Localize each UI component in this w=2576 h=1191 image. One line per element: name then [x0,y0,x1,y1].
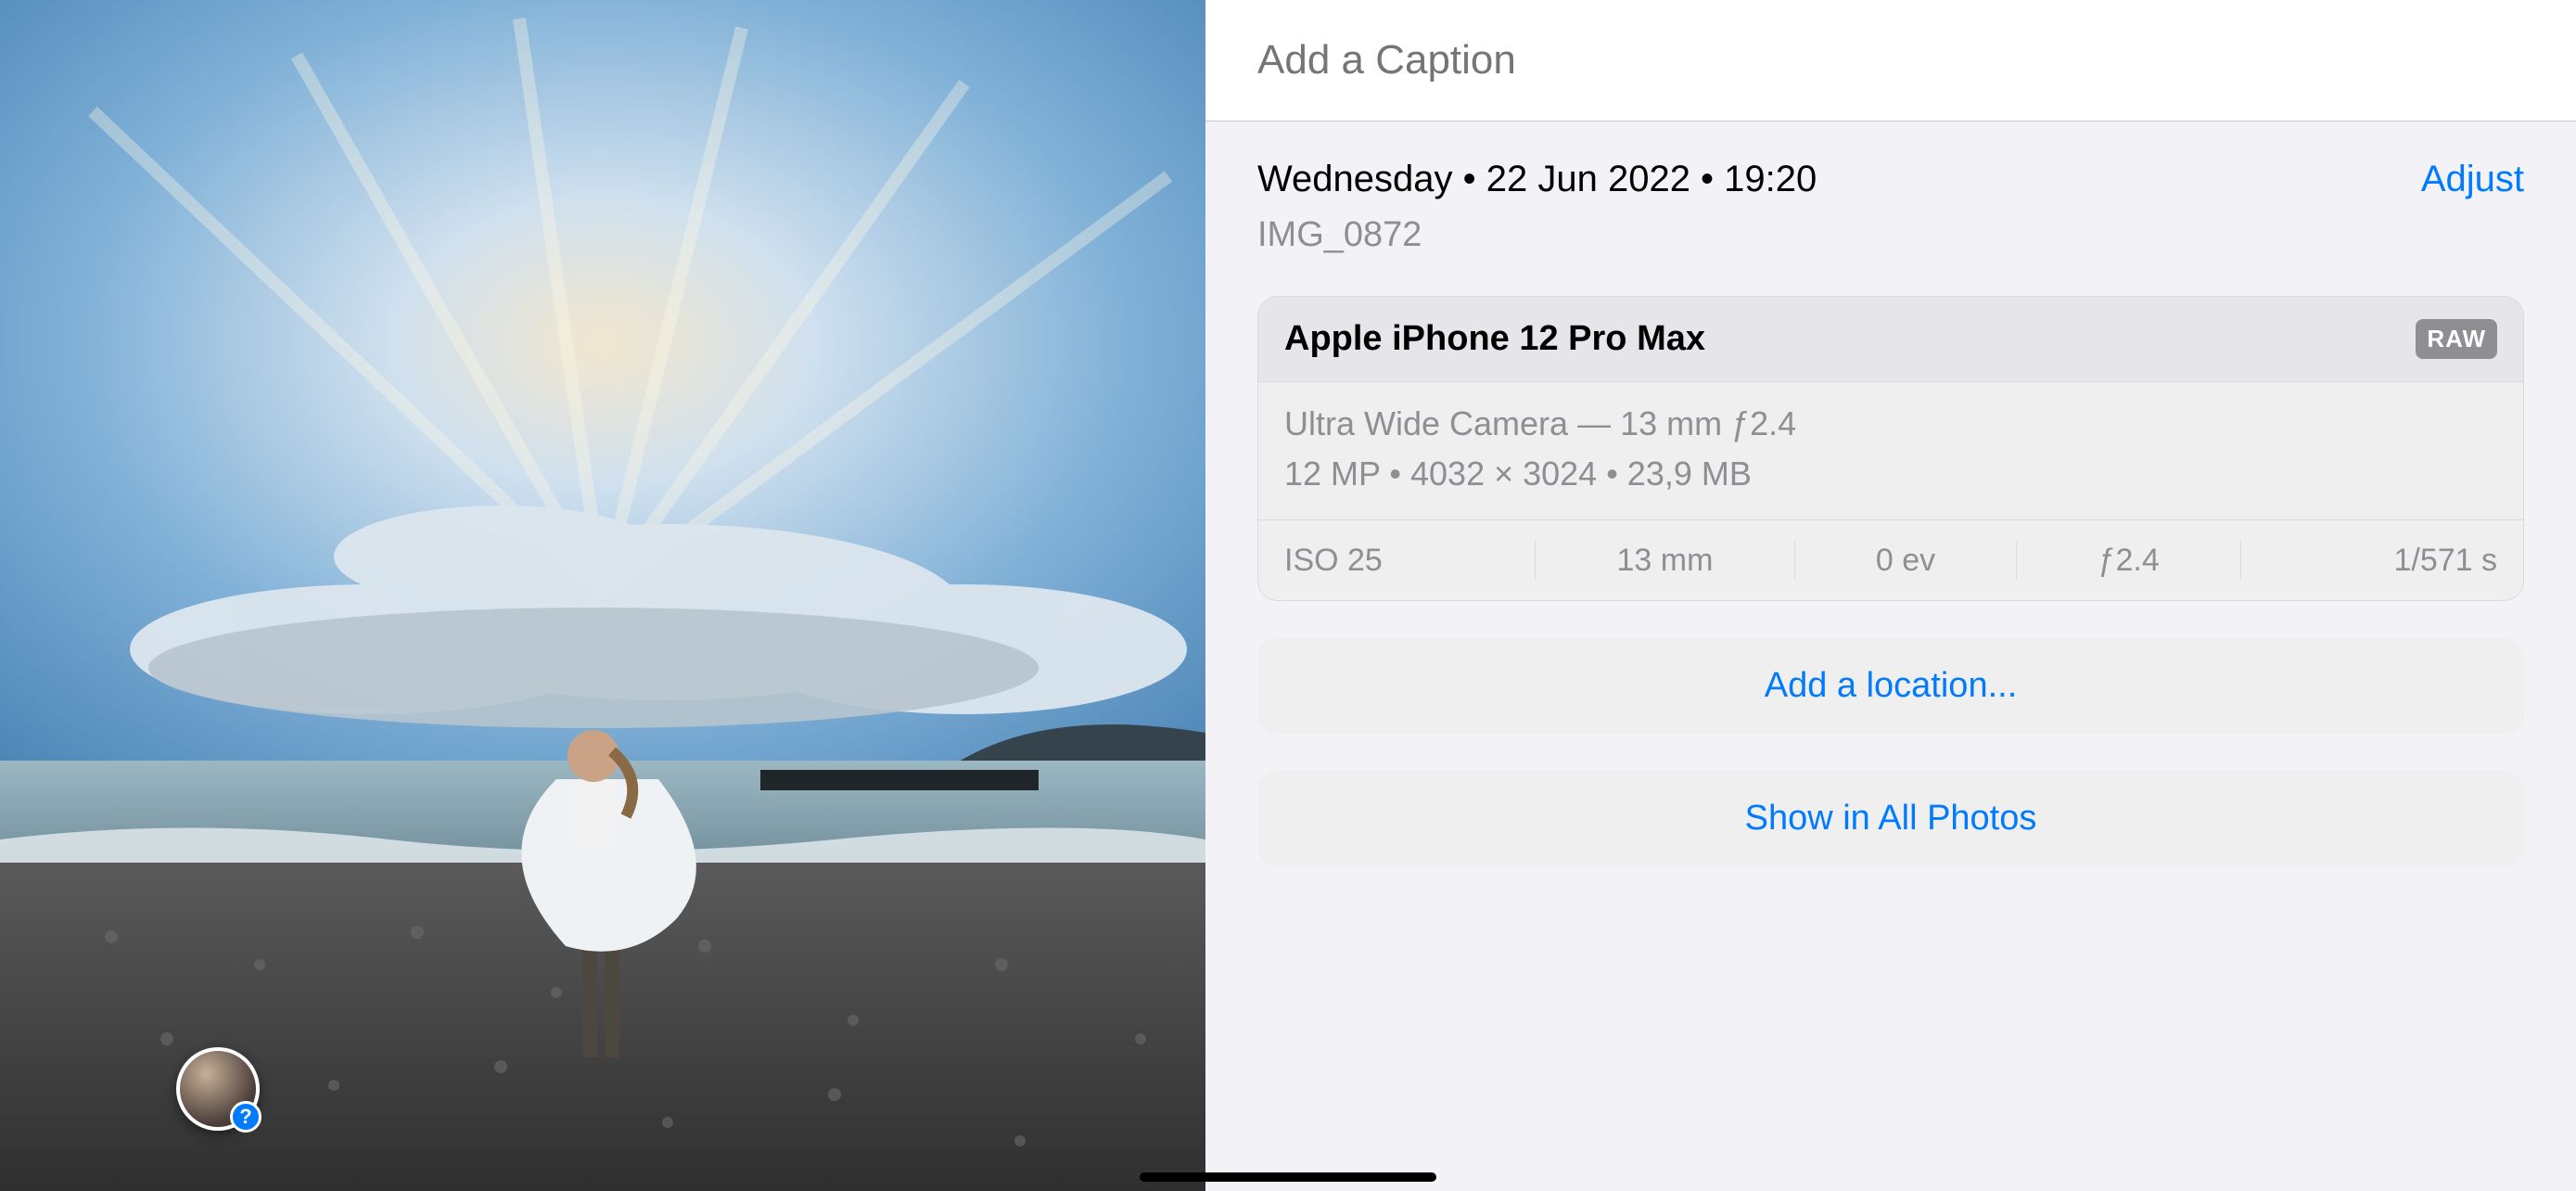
stat-iso: ISO 25 [1284,543,1525,579]
show-in-all-photos-button[interactable]: Show in All Photos [1257,771,2524,866]
photo-filename: IMG_0872 [1257,215,2524,255]
camera-info-card: Apple iPhone 12 Pro Max RAW Ultra Wide C… [1257,296,2524,601]
camera-device: Apple iPhone 12 Pro Max [1284,319,1705,359]
stat-aperture: ƒ2.4 [2026,543,2231,579]
raw-badge: RAW [2416,319,2497,359]
caption-input[interactable] [1205,0,2576,122]
info-panel: Wednesday • 22 Jun 2022 • 19:20 Adjust I… [1205,0,2576,1191]
adjust-date-button[interactable]: Adjust [2421,159,2524,200]
photo-viewer[interactable]: ? [0,0,1205,1191]
stat-ev: 0 ev [1804,543,2008,579]
image-dimensions: 12 MP • 4032 × 3024 • 23,9 MB [1284,455,2497,493]
photo-date: Wednesday • 22 Jun 2022 • 19:20 [1257,159,1817,200]
add-location-button[interactable]: Add a location... [1257,638,2524,734]
lens-info: Ultra Wide Camera — 13 mm ƒ2.4 [1284,404,2497,443]
photo-content [0,0,1205,1191]
stat-shutter: 1/571 s [2251,543,2497,579]
stat-focal: 13 mm [1545,543,1784,579]
unknown-person-icon: ? [230,1101,261,1133]
people-face-badge[interactable]: ? [176,1047,260,1131]
home-indicator[interactable] [1140,1172,1436,1182]
